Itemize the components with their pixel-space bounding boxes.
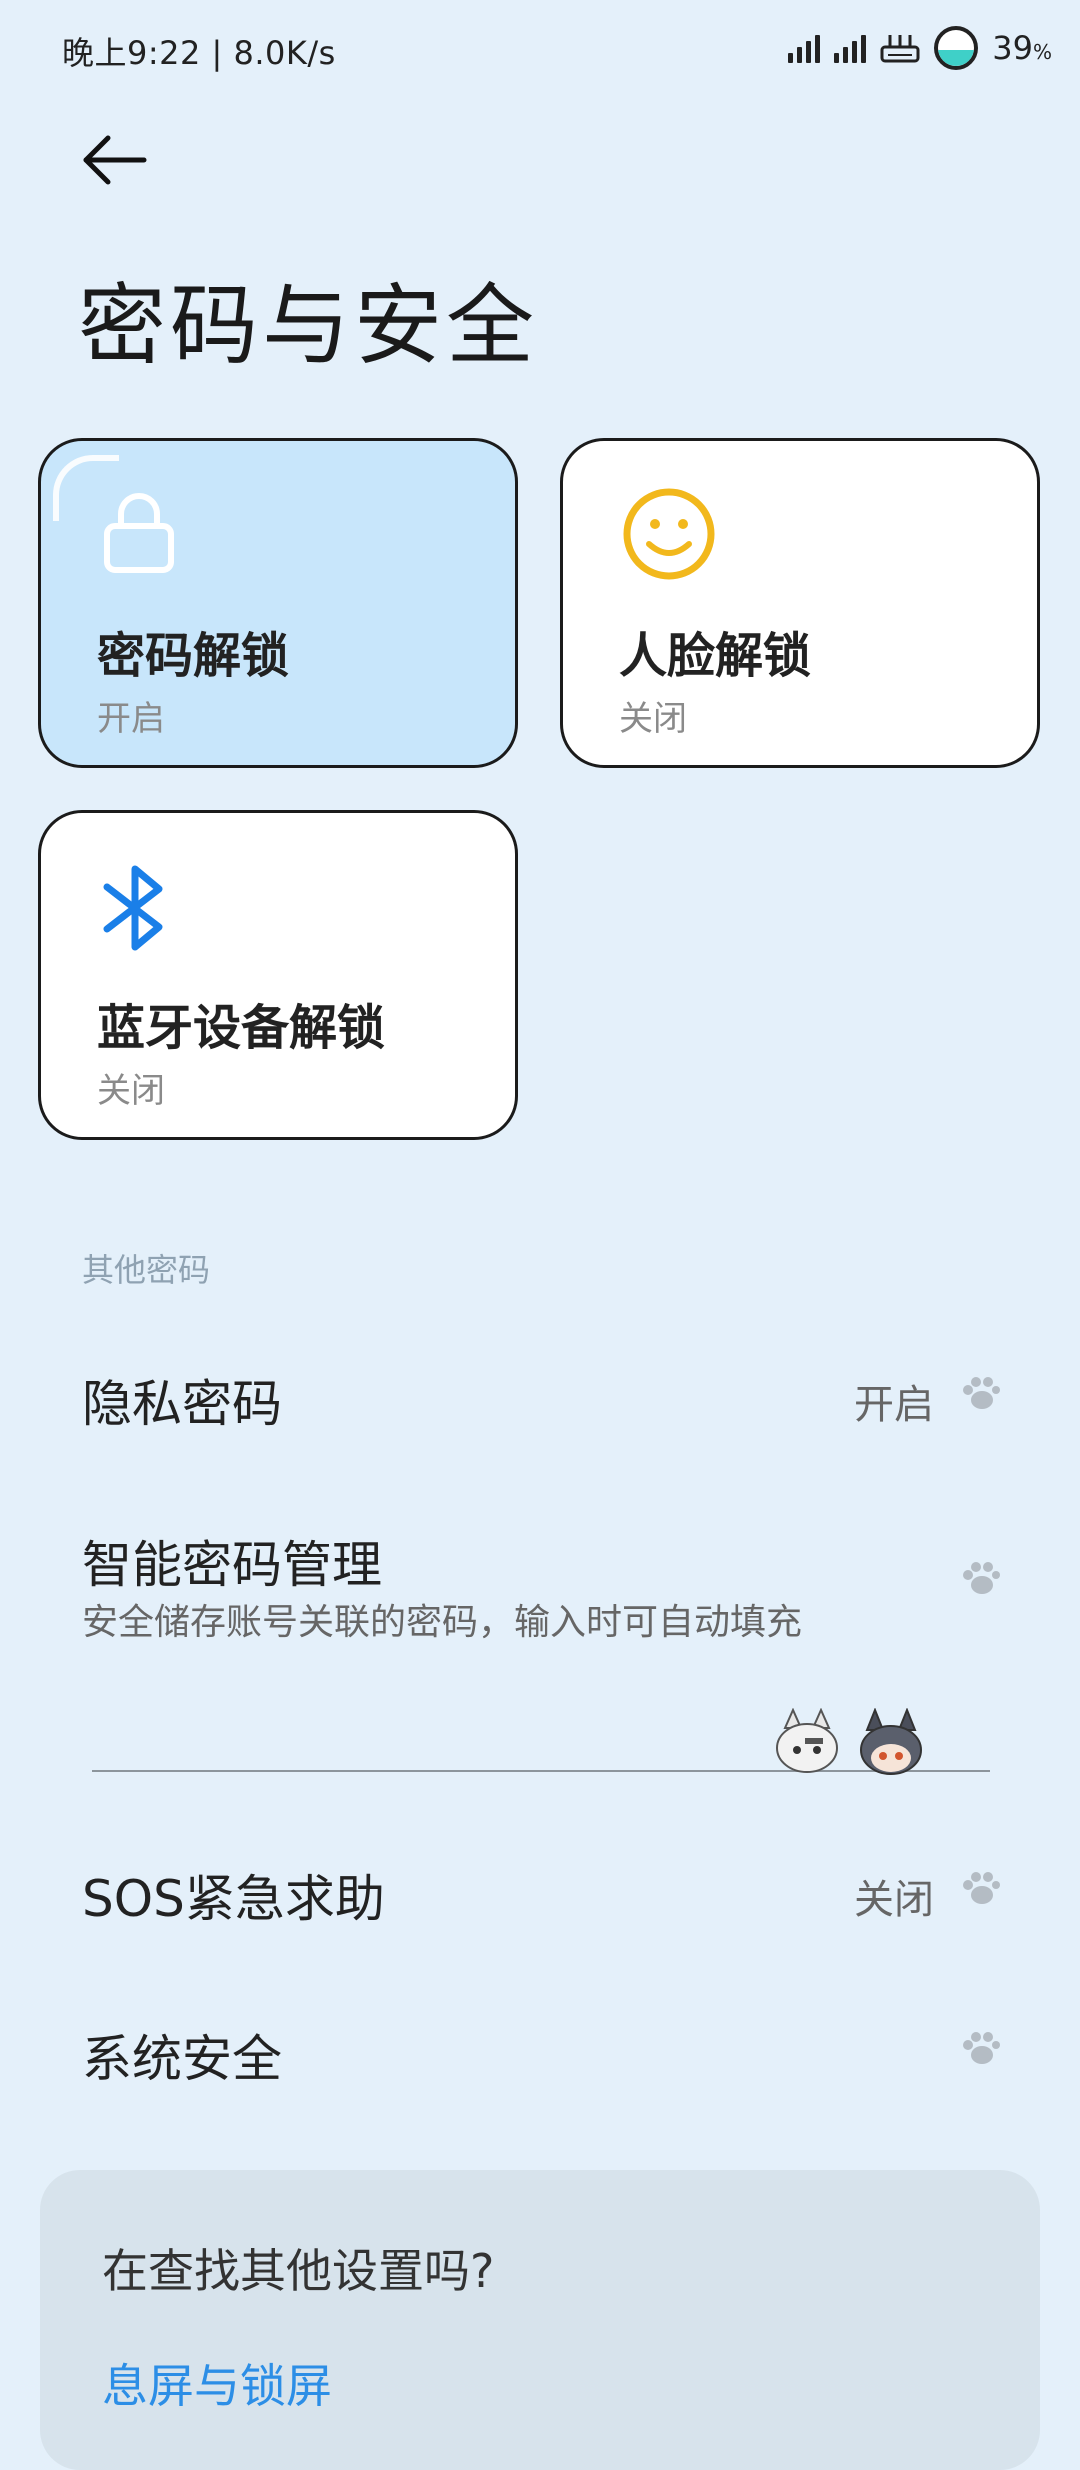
battery-level: 39%: [992, 29, 1052, 67]
signal-icon-2: [834, 33, 867, 63]
card-bluetooth-unlock[interactable]: 蓝牙设备解锁 关闭: [38, 810, 518, 1140]
row-value: 开启: [854, 1382, 934, 1428]
section-header-other-passwords: 其他密码: [82, 1251, 211, 1289]
card-status: 关闭: [97, 1071, 165, 1111]
card-status: 关闭: [619, 699, 687, 739]
paw-chevron-icon: [963, 2032, 1000, 2064]
status-bar: 晚上9:22 | 8.0K/s 39%: [0, 0, 1080, 110]
lock-icon: [104, 493, 174, 573]
page-title: 密码与安全: [78, 274, 539, 377]
suggestion-question: 在查找其他设置吗?: [102, 2244, 495, 2298]
row-sos[interactable]: SOS紧急求助 关闭: [0, 1845, 1080, 1935]
paw-chevron-icon: [963, 1377, 1000, 1409]
status-time-speed: 晚上9:22 | 8.0K/s: [62, 34, 336, 72]
bluetooth-icon: [103, 865, 163, 951]
paw-chevron-icon: [963, 1562, 1000, 1594]
row-privacy-password[interactable]: 隐私密码 开启: [0, 1350, 1080, 1440]
battery-icon: [934, 26, 979, 70]
card-label: 蓝牙设备解锁: [97, 1000, 386, 1056]
card-status: 开启: [97, 699, 165, 739]
row-title: 智能密码管理: [82, 1536, 382, 1594]
suggestion-link-screen-lock[interactable]: 息屏与锁屏: [102, 2350, 332, 2416]
row-title: 系统安全: [82, 2030, 282, 2088]
card-label: 密码解锁: [97, 628, 290, 684]
back-arrow-icon[interactable]: [80, 130, 150, 190]
card-face-unlock[interactable]: 人脸解锁 关闭: [560, 438, 1040, 768]
paw-chevron-icon: [963, 1872, 1000, 1904]
row-smart-password[interactable]: 智能密码管理 安全储存账号关联的密码，输入时可自动填充: [0, 1515, 1080, 1645]
status-icons: 39%: [788, 26, 1052, 70]
suggestion-card: 在查找其他设置吗? 息屏与锁屏: [40, 2170, 1040, 2470]
row-value: 关闭: [854, 1877, 934, 1923]
router-icon: [880, 35, 920, 63]
card-password-unlock[interactable]: 密码解锁 开启: [38, 438, 518, 768]
decorative-characters: [776, 1708, 922, 1775]
smiley-face-icon: [623, 488, 715, 580]
row-title: SOS紧急求助: [82, 1870, 385, 1928]
card-label: 人脸解锁: [619, 628, 812, 684]
row-title: 隐私密码: [82, 1375, 282, 1433]
signal-icon: [788, 33, 821, 63]
row-description: 安全储存账号关联的密码，输入时可自动填充: [82, 1602, 803, 1643]
row-system-security[interactable]: 系统安全: [0, 2005, 1080, 2095]
